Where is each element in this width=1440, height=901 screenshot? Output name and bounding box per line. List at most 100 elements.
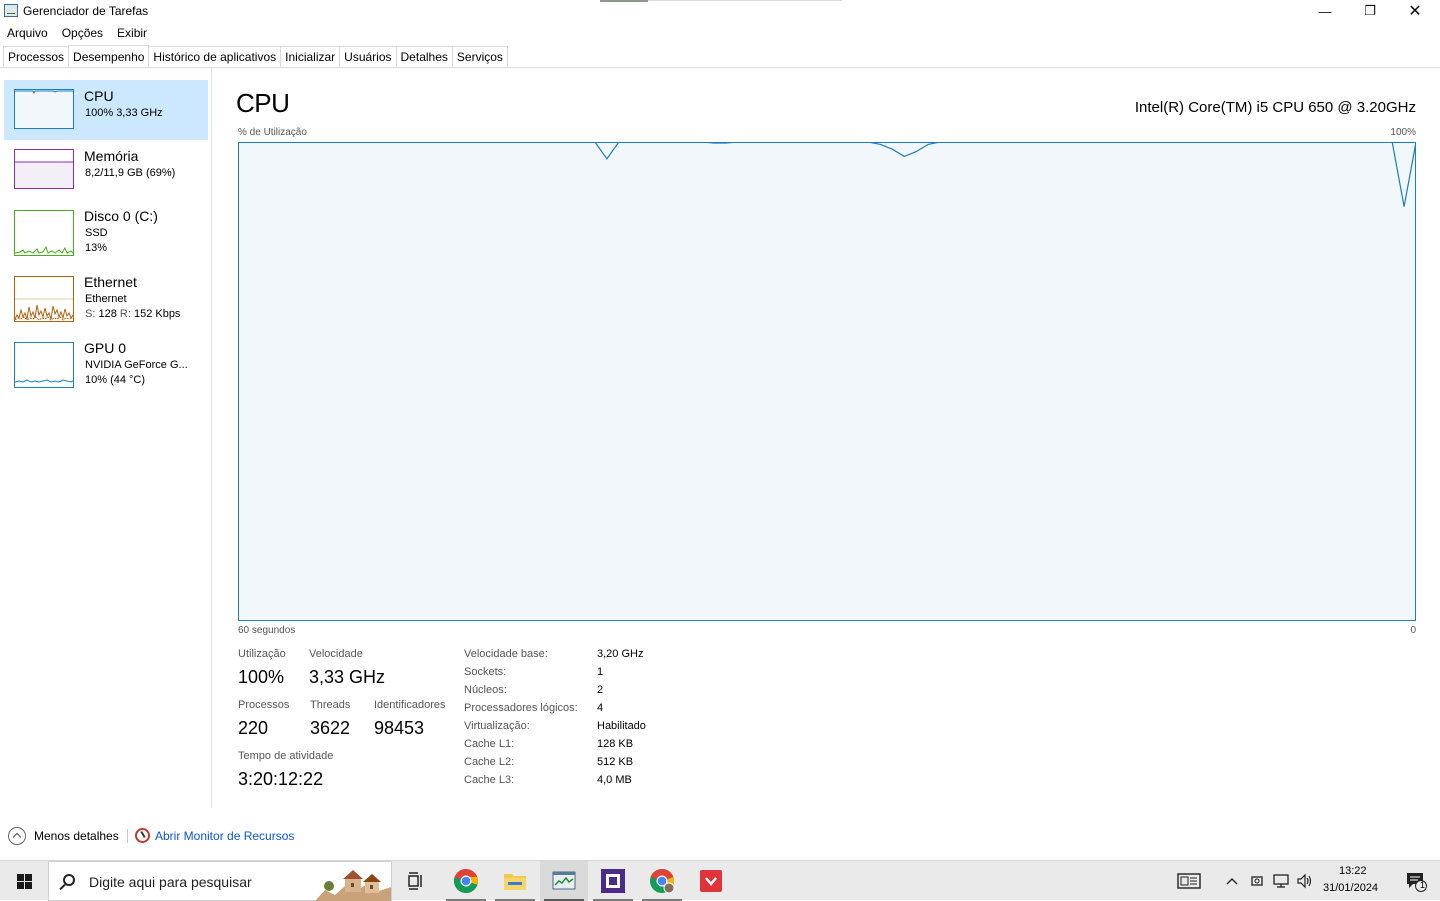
cpu-utilization-area <box>238 142 1416 621</box>
fewer-details-link[interactable]: Menos detalhes <box>34 829 119 843</box>
menu-opcoes[interactable]: Opções <box>55 24 110 42</box>
logical-processors-value: 4 <box>597 702 604 714</box>
speed-value: 3,33 GHz <box>309 667 386 687</box>
base-speed-value: 3,20 GHz <box>597 648 644 660</box>
ethernet-send-label: S: <box>85 308 96 320</box>
graph-max-label: 100% <box>1390 127 1416 138</box>
sidebar-item-memory[interactable]: Memória 8,2/11,9 GB (69%) <box>4 140 208 200</box>
chevron-up-circle-icon[interactable] <box>8 827 26 845</box>
sidebar-cpu-detail: 100% 3,33 GHz <box>85 107 163 119</box>
cpu-z-icon <box>601 869 625 893</box>
tab-desempenho[interactable]: Desempenho <box>68 45 150 67</box>
search-highlight-illustration <box>315 862 391 901</box>
resource-monitor-icon[interactable] <box>135 828 150 843</box>
network-icon <box>1273 874 1289 888</box>
chrome-icon <box>454 869 479 893</box>
virtualization-label: Virtualização: <box>464 720 530 732</box>
windows-logo-pane <box>17 882 24 889</box>
tab-inicializar[interactable]: Inicializar <box>280 46 341 67</box>
tab-processos[interactable]: Processos <box>3 46 70 67</box>
page-title: CPU <box>236 88 290 118</box>
vivaldi-icon <box>700 870 722 892</box>
cache-l1-value: 128 KB <box>597 738 634 750</box>
tab-detalhes[interactable]: Detalhes <box>395 46 453 67</box>
sidebar-item-cpu[interactable]: CPU 100% 3,33 GHz <box>4 80 208 140</box>
sidebar-disk-usage: 13% <box>85 242 108 254</box>
chevron-up-icon <box>1226 878 1238 885</box>
sidebar-gpu-usage: 10% (44 °C) <box>85 374 146 386</box>
graph-y-label: % de Utilização <box>238 127 307 138</box>
maximize-button[interactable]: ❐ <box>1347 0 1393 22</box>
sidebar-item-disk[interactable]: Disco 0 (C:) SSD 13% <box>4 200 208 266</box>
cpu-utilization-graph <box>238 142 1416 621</box>
cpu-model-name: Intel(R) Core(TM) i5 CPU 650 @ 3.20GHz <box>1134 99 1416 116</box>
memory-mini-graph-svg <box>15 161 73 188</box>
cache-l1-label: Cache L1: <box>464 738 515 750</box>
sidebar-gpu-model: NVIDIA GeForce G... <box>85 359 188 371</box>
title-bar[interactable]: Gerenciador de Tarefas — ❐ ✕ <box>0 0 1440 22</box>
tab-historico[interactable]: Histórico de aplicativos <box>148 46 282 67</box>
processes-value: 220 <box>238 718 269 738</box>
news-widget-button[interactable] <box>1165 861 1213 901</box>
disk-mini-graph-svg <box>15 245 73 254</box>
show-hidden-icons-button[interactable] <box>1220 861 1244 901</box>
sidebar-ethernet-adapter: Ethernet <box>85 293 127 305</box>
search-icon <box>63 874 75 886</box>
task-view-icon <box>408 872 422 890</box>
taskbar-search-box[interactable]: Digite aqui para pesquisar <box>48 861 392 901</box>
processes-label: Processos <box>238 699 290 711</box>
logical-processors-label: Processadores lógicos: <box>464 702 578 714</box>
cpu-mini-graph <box>14 89 74 129</box>
taskbar-chrome[interactable] <box>442 861 490 901</box>
taskbar-chrome-profile[interactable] <box>638 861 686 901</box>
menu-exibir[interactable]: Exibir <box>110 24 154 42</box>
sidebar-item-ethernet[interactable]: Ethernet Ethernet S: 128 R: 152 Kbps <box>4 266 208 332</box>
search-placeholder: Digite aqui para pesquisar <box>89 874 252 890</box>
utilization-value: 100% <box>238 667 285 687</box>
performance-sidebar: CPU 100% 3,33 GHz Memória 8,2/11,9 GB (6… <box>0 68 212 808</box>
threads-value: 3622 <box>310 718 351 738</box>
sidebar-ethernet-throughput: S: 128 R: 152 Kbps <box>85 308 180 320</box>
ethernet-receive-value: 152 Kbps <box>133 308 181 320</box>
sidebar-memory-name: Memória <box>84 148 139 164</box>
minimize-button[interactable]: — <box>1302 0 1348 22</box>
taskbar-cpu-z[interactable] <box>589 861 637 901</box>
threads-label: Threads <box>310 699 351 711</box>
footer-separator <box>127 829 128 843</box>
ethernet-mini-graph <box>14 276 74 322</box>
tray-clock-time[interactable]: 13:22 <box>1339 865 1367 877</box>
tray-volume[interactable] <box>1293 861 1317 901</box>
speaker-icon <box>1297 873 1312 889</box>
sidebar-disk-type: SSD <box>85 227 108 239</box>
task-view-button[interactable] <box>392 861 440 901</box>
news-icon <box>1177 873 1201 889</box>
sidebar-disk-name: Disco 0 (C:) <box>84 208 158 224</box>
graph-min-label: 0 <box>1410 625 1416 636</box>
tray-clock-date[interactable]: 31/01/2024 <box>1323 882 1378 894</box>
cache-l2-label: Cache L2: <box>464 756 515 768</box>
sidebar-item-gpu[interactable]: GPU 0 NVIDIA GeForce G... 10% (44 °C) <box>4 332 208 398</box>
taskbar-vivaldi[interactable] <box>687 861 735 901</box>
sidebar-gpu-name: GPU 0 <box>84 340 127 356</box>
ethernet-receive-label: R: <box>119 308 131 320</box>
cache-l2-value: 512 KB <box>597 756 634 768</box>
ethernet-send-value: 128 <box>98 308 117 320</box>
windows-logo-icon <box>17 874 24 881</box>
start-button[interactable] <box>0 861 48 901</box>
task-manager-icon <box>552 871 576 890</box>
action-center-button[interactable]: 1 <box>1392 861 1440 901</box>
uptime-value: 3:20:12:22 <box>238 769 324 789</box>
tray-network[interactable] <box>1269 861 1293 901</box>
close-button[interactable]: ✕ <box>1392 0 1438 22</box>
open-resource-monitor-link[interactable]: Abrir Monitor de Recursos <box>155 829 294 843</box>
cores-value: 2 <box>597 684 604 696</box>
taskbar-file-explorer[interactable] <box>491 861 539 901</box>
tab-servicos[interactable]: Serviços <box>451 46 508 67</box>
sockets-value: 1 <box>597 666 604 678</box>
menu-arquivo[interactable]: Arquivo <box>0 24 55 42</box>
taskbar-task-manager[interactable] <box>540 861 588 901</box>
tray-meet-now[interactable] <box>1245 861 1269 901</box>
task-manager-window: Gerenciador de Tarefas — ❐ ✕ Arquivo Opç… <box>0 0 1440 860</box>
disk-mini-graph <box>14 210 74 256</box>
tab-usuarios[interactable]: Usuários <box>339 46 397 67</box>
